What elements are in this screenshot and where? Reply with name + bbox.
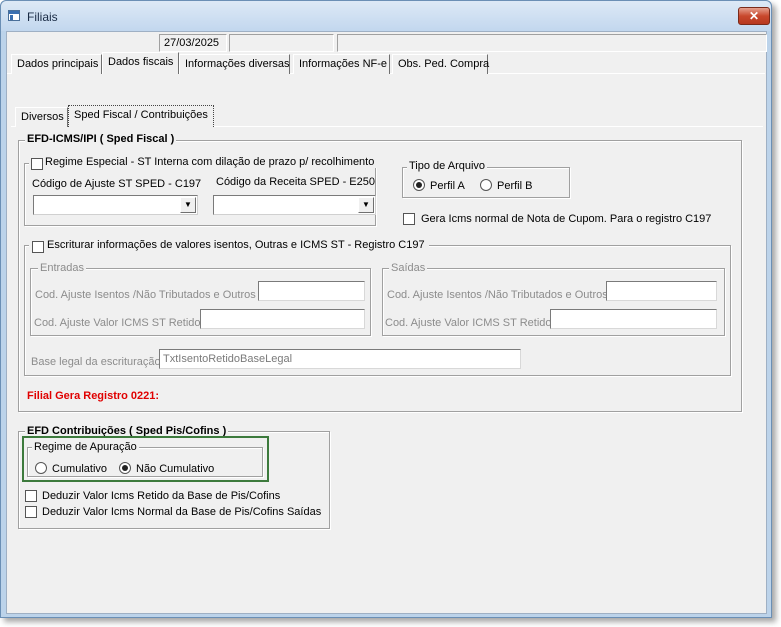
saidas-st-label: Cod. Ajuste Valor ICMS ST Retido	[385, 317, 552, 329]
base-legal-input[interactable]: TxtIsentoRetidoBaseLegal	[159, 349, 521, 369]
deduzir-normal-label: Deduzir Valor Icms Normal da Base de Pis…	[42, 506, 322, 518]
app-window: Filiais ✕ 27/03/2025 Dados principais Da…	[0, 0, 772, 618]
close-button[interactable]: ✕	[738, 7, 770, 25]
perfil-b-label: Perfil B	[497, 180, 533, 192]
filial-registro-label: Filial Gera Registro 0221:	[27, 390, 160, 402]
regime-especial-checkbox[interactable]	[31, 158, 43, 170]
tab-diversos[interactable]: Diversos	[15, 107, 68, 127]
gera-icms-checkbox[interactable]	[403, 213, 415, 225]
entradas-isentos-label: Cod. Ajuste Isentos /Não Tributados e Ou…	[35, 289, 256, 301]
nao-cumulativo-radio[interactable]	[119, 462, 131, 474]
ajuste-st-select[interactable]: ▼	[33, 195, 198, 215]
chevron-down-icon[interactable]: ▼	[358, 197, 374, 213]
entradas-st-input[interactable]	[200, 309, 365, 329]
perfil-a-label: Perfil A	[430, 180, 465, 192]
entradas-legend: Entradas	[38, 262, 87, 274]
receita-sped-select[interactable]: ▼	[213, 195, 376, 215]
saidas-isentos-label: Cod. Ajuste Isentos /Não Tributados e Ou…	[387, 289, 608, 301]
header-field-2	[229, 34, 334, 52]
escriturar-legend: Escriturar informações de valores isento…	[29, 239, 429, 251]
tab-informacoes-nfe[interactable]: Informações NF-e	[293, 54, 390, 74]
chevron-down-icon[interactable]: ▼	[180, 197, 196, 213]
tab-dados-fiscais[interactable]: Dados fiscais	[102, 52, 179, 74]
entradas-st-label: Cod. Ajuste Valor ICMS ST Retido	[34, 317, 201, 329]
saidas-st-input[interactable]	[550, 309, 717, 329]
close-icon: ✕	[748, 9, 760, 23]
entradas-isentos-input[interactable]	[258, 281, 365, 301]
client-area: 27/03/2025 Dados principais Dados fiscai…	[6, 31, 767, 614]
base-legal-label: Base legal da escrituração	[31, 356, 161, 368]
window-title: Filiais	[27, 10, 58, 24]
deduzir-normal-checkbox[interactable]	[25, 506, 37, 518]
nao-cumulativo-label: Não Cumulativo	[136, 463, 215, 475]
gera-icms-label: Gera Icms normal de Nota de Cupom. Para …	[421, 213, 712, 225]
regime-especial-legend: Regime Especial - ST Interna com dilação…	[29, 156, 379, 168]
cumulativo-label: Cumulativo	[52, 463, 108, 475]
tab-dados-principais[interactable]: Dados principais	[11, 54, 102, 74]
window-icon	[8, 10, 20, 21]
tab-obs-ped-compra[interactable]: Obs. Ped. Compra	[392, 54, 489, 74]
header-field-3	[337, 34, 767, 52]
perfil-b-radio[interactable]	[480, 179, 492, 191]
efd-icms-title: EFD-ICMS/IPI ( Sped Fiscal )	[25, 133, 177, 145]
cumulativo-radio[interactable]	[35, 462, 47, 474]
saidas-isentos-input[interactable]	[606, 281, 717, 301]
tab-sped-fiscal-contribuicoes[interactable]: Sped Fiscal / Contribuições	[68, 105, 214, 127]
tipo-arquivo-legend: Tipo de Arquivo	[407, 160, 488, 172]
ajuste-st-label: Código de Ajuste ST SPED - C197	[32, 178, 202, 190]
regime-apuracao-legend: Regime de Apuração	[32, 441, 139, 453]
deduzir-retido-checkbox[interactable]	[25, 490, 37, 502]
receita-sped-label: Código da Receita SPED - E250	[216, 176, 375, 188]
escriturar-checkbox[interactable]	[32, 241, 44, 253]
deduzir-retido-label: Deduzir Valor Icms Retido da Base de Pis…	[42, 490, 281, 502]
title-bar[interactable]: Filiais ✕	[1, 1, 771, 31]
saidas-legend: Saídas	[389, 262, 428, 274]
perfil-a-radio[interactable]	[413, 179, 425, 191]
date-field: 27/03/2025	[159, 34, 227, 52]
tab-informacoes-diversas[interactable]: Informações diversas	[179, 54, 290, 74]
